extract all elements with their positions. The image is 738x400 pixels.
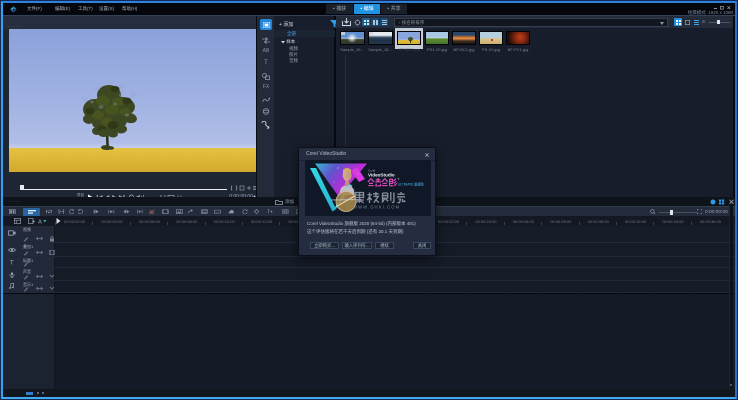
svg-text:ULTIMATE 旗舰版: ULTIMATE 旗舰版 [398, 182, 425, 187]
svg-text:T: T [10, 260, 14, 266]
svg-text:A: A [38, 219, 42, 224]
svg-text:WWW.GHXI.COM: WWW.GHXI.COM [353, 205, 400, 210]
svg-text:®: ® [398, 177, 400, 181]
svg-text:VideoStudio: VideoStudio [368, 173, 395, 178]
